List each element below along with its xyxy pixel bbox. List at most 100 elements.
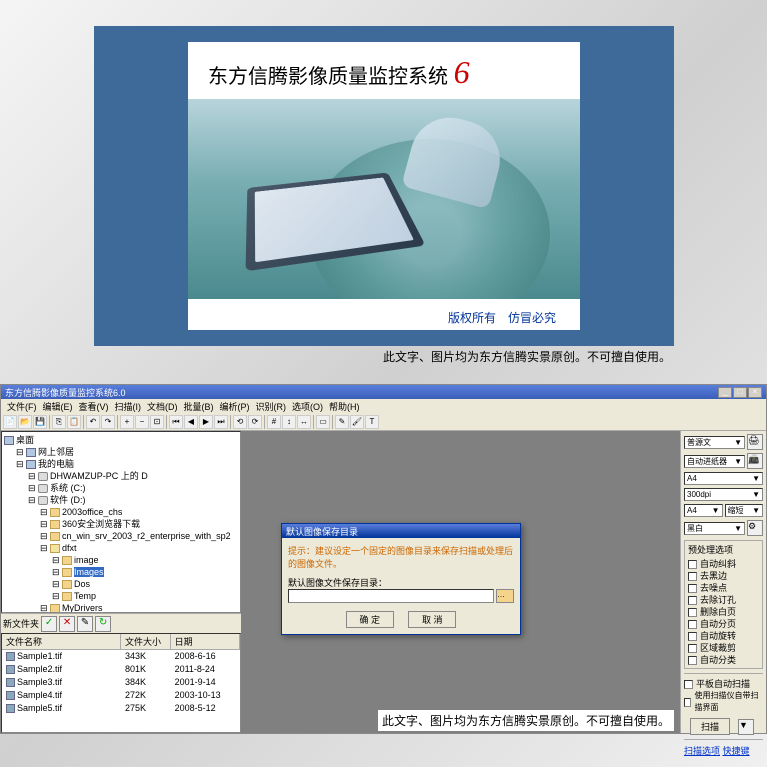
folder-tree[interactable]: 桌面⊟ 网上邻居⊟ 我的电脑⊟ DHWAMZUP-PC 上的 D⊟ 系统 (C:…: [1, 431, 241, 613]
delete-folder-button[interactable]: ✕: [59, 616, 75, 632]
menu-file[interactable]: 文件(F): [5, 400, 39, 412]
preprocess-check[interactable]: 去噪点: [688, 582, 759, 594]
tree-item[interactable]: ⊟ 360安全浏览器下载: [4, 518, 238, 530]
tb-text-icon[interactable]: T: [365, 415, 379, 429]
color-select[interactable]: 黑白▼: [684, 522, 745, 535]
tree-item[interactable]: ⊟ image: [4, 554, 238, 566]
close-button[interactable]: ×: [748, 387, 762, 398]
file-row[interactable]: Sample5.tif275K2008-5-12: [2, 702, 240, 715]
browse-button[interactable]: …: [496, 589, 514, 603]
preprocess-check[interactable]: 自动分类: [688, 654, 759, 666]
dpi-select[interactable]: 300dpi▼: [684, 488, 763, 501]
file-row[interactable]: Sample3.tif384K2001-9-14: [2, 676, 240, 689]
config-icon[interactable]: ⚙: [747, 520, 763, 536]
shrink-select[interactable]: 缩短▼: [725, 504, 764, 517]
paper-select[interactable]: A4▼: [684, 472, 763, 485]
col-header[interactable]: 日期: [171, 634, 240, 649]
tree-item[interactable]: ⊟ dfxt: [4, 542, 238, 554]
preprocess-check[interactable]: 删除白页: [688, 606, 759, 618]
refresh-button[interactable]: ↻: [95, 616, 111, 632]
menu-scan[interactable]: 扫描(I): [113, 400, 144, 412]
tree-item[interactable]: ⊟ Temp: [4, 590, 238, 602]
menu-edit[interactable]: 编辑(E): [41, 400, 75, 412]
menu-doc[interactable]: 文档(D): [145, 400, 180, 412]
file-row[interactable]: Sample2.tif801K2011-8-24: [2, 663, 240, 676]
col-header[interactable]: 文件名称: [2, 634, 121, 649]
add-folder-button[interactable]: ✓: [41, 616, 57, 632]
scan-dropdown-icon[interactable]: ▼: [738, 719, 754, 735]
tb-open-icon[interactable]: 📂: [18, 415, 32, 429]
scanner-select[interactable]: 普源文▼: [684, 436, 745, 449]
menu-help[interactable]: 帮助(H): [327, 400, 362, 412]
save-path-input[interactable]: [288, 589, 494, 603]
tb-save-icon[interactable]: 💾: [33, 415, 47, 429]
tree-item[interactable]: ⊟ MyDrivers: [4, 602, 238, 613]
tree-item[interactable]: ⊟ 系统 (C:): [4, 482, 238, 494]
feeder-select[interactable]: 自动进纸器▼: [684, 455, 745, 468]
tb-grid-icon[interactable]: #: [267, 415, 281, 429]
size-select[interactable]: A4▼: [684, 504, 723, 517]
scanner-icon[interactable]: 📠: [747, 453, 763, 469]
cancel-button[interactable]: 取 消: [408, 611, 456, 628]
tb-arrow-v-icon[interactable]: ↕: [282, 415, 296, 429]
tb-first-icon[interactable]: ⏮: [169, 415, 183, 429]
scan-options-link[interactable]: 扫描选项: [684, 746, 720, 756]
dialog-title[interactable]: 默认图像保存目录: [282, 524, 520, 538]
native-ui-check[interactable]: 使用扫描仪自带扫描界面: [684, 690, 763, 714]
menu-ocr[interactable]: 识别(R): [254, 400, 289, 412]
preprocess-check[interactable]: 自动旋转: [688, 630, 759, 642]
tree-item[interactable]: ⊟ 网上邻居: [4, 446, 238, 458]
tb-undo-icon[interactable]: ↶: [86, 415, 100, 429]
tree-item[interactable]: ⊟ cn_win_srv_2003_r2_enterprise_with_sp2: [4, 530, 238, 542]
tb-arrow-h-icon[interactable]: ↔: [297, 415, 311, 429]
tb-rotate-l-icon[interactable]: ⟲: [233, 415, 247, 429]
tb-zoomout-icon[interactable]: −: [135, 415, 149, 429]
printer-icon[interactable]: 🖨: [747, 434, 763, 450]
preprocess-check[interactable]: 去黑边: [688, 570, 759, 582]
tb-rotate-r-icon[interactable]: ⟳: [248, 415, 262, 429]
menu-batch[interactable]: 批量(B): [182, 400, 216, 412]
flatbed-autoscan-check[interactable]: 平板自动扫描: [684, 678, 763, 690]
tb-last-icon[interactable]: ⏭: [214, 415, 228, 429]
tree-item[interactable]: ⊟ 2003office_chs: [4, 506, 238, 518]
tb-copy-icon[interactable]: ⎘: [52, 415, 66, 429]
minimize-button[interactable]: _: [718, 387, 732, 398]
ok-button[interactable]: 确 定: [346, 611, 394, 628]
tb-new-icon[interactable]: 📄: [3, 415, 17, 429]
tree-item[interactable]: ⊟ 软件 (D:): [4, 494, 238, 506]
tb-paste-icon[interactable]: 📋: [67, 415, 81, 429]
file-row[interactable]: Sample4.tif272K2003-10-13: [2, 689, 240, 702]
tree-item[interactable]: ⊟ Images: [4, 566, 238, 578]
tb-zoomin-icon[interactable]: +: [120, 415, 134, 429]
menu-options[interactable]: 选项(O): [290, 400, 325, 412]
tb-crop-icon[interactable]: ▭: [316, 415, 330, 429]
tb-redo-icon[interactable]: ↷: [101, 415, 115, 429]
preprocess-check[interactable]: 自动分页: [688, 618, 759, 630]
preprocess-check[interactable]: 去除订孔: [688, 594, 759, 606]
tb-next-icon[interactable]: ▶: [199, 415, 213, 429]
tb-fit-icon[interactable]: ⊡: [150, 415, 164, 429]
splash-inner: 东方信腾影像质量监控系统 6 版权所有 仿冒必究: [188, 42, 580, 330]
tree-item[interactable]: ⊟ Dos: [4, 578, 238, 590]
tb-brush-icon[interactable]: 🖌: [350, 415, 364, 429]
tree-item[interactable]: ⊟ 我的电脑: [4, 458, 238, 470]
folder-icon: [62, 556, 72, 565]
file-cell: 384K: [121, 676, 171, 689]
preprocess-check[interactable]: 区域裁剪: [688, 642, 759, 654]
col-header[interactable]: 文件大小: [121, 634, 171, 649]
image-viewport[interactable]: 默认图像保存目录 提示：建议设定一个固定的图像目录来保存扫描或处理后的图像文件。…: [241, 431, 680, 733]
menu-parse[interactable]: 编析(P): [218, 400, 252, 412]
scan-button[interactable]: 扫描: [690, 718, 730, 735]
preprocess-check[interactable]: 自动纠斜: [688, 558, 759, 570]
menu-view[interactable]: 查看(V): [77, 400, 111, 412]
tree-item[interactable]: 桌面: [4, 434, 238, 446]
hotkey-link[interactable]: 快捷键: [723, 746, 750, 756]
file-row[interactable]: Sample1.tif343K2008-6-16: [2, 650, 240, 663]
maximize-button[interactable]: □: [733, 387, 747, 398]
file-list[interactable]: 文件名称文件大小日期 Sample1.tif343K2008-6-16Sampl…: [1, 633, 241, 733]
tb-prev-icon[interactable]: ◀: [184, 415, 198, 429]
titlebar[interactable]: 东方信腾影像质量监控系统6.0 _ □ ×: [1, 385, 766, 399]
tb-pen-icon[interactable]: ✎: [335, 415, 349, 429]
rename-folder-button[interactable]: ✎: [77, 616, 93, 632]
tree-item[interactable]: ⊟ DHWAMZUP-PC 上的 D: [4, 470, 238, 482]
